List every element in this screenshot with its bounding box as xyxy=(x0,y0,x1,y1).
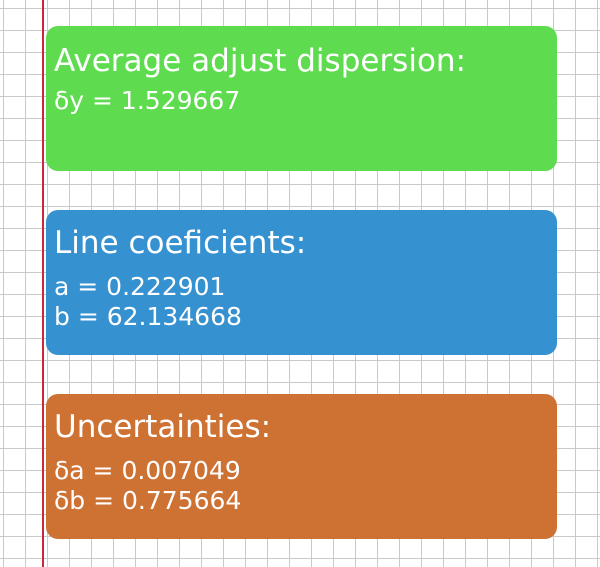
db-value: δb = 0.775664 xyxy=(54,486,242,515)
dispersion-title: Average adjust dispersion: xyxy=(54,43,467,79)
a-value: a = 0.222901 xyxy=(54,272,226,301)
coefficients-title: Line coeficients: xyxy=(54,225,307,261)
dispersion-card: Average adjust dispersion: δy = 1.529667 xyxy=(46,26,557,171)
uncertainties-title: Uncertainties: xyxy=(54,409,272,445)
b-value: b = 62.134668 xyxy=(54,302,242,331)
dy-value: δy = 1.529667 xyxy=(54,86,241,115)
coefficients-card: Line coeficients: a = 0.222901 b = 62.13… xyxy=(46,210,557,355)
da-value: δa = 0.007049 xyxy=(54,456,241,485)
notebook-margin-line xyxy=(42,0,44,567)
uncertainties-card: Uncertainties: δa = 0.007049 δb = 0.7756… xyxy=(46,394,557,539)
